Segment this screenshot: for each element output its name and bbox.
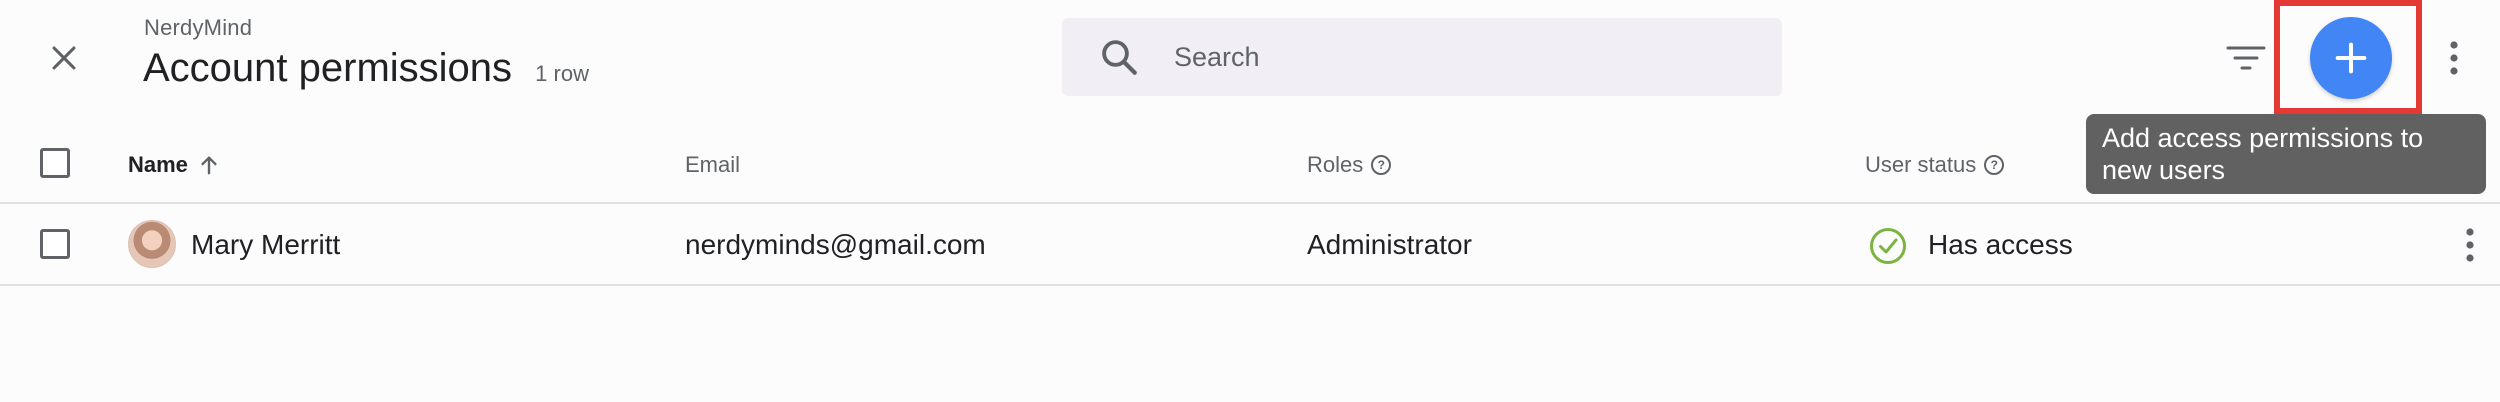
plus-icon xyxy=(2335,42,2367,74)
user-email: nerdyminds@gmail.com xyxy=(685,229,986,260)
filter-button[interactable] xyxy=(2218,30,2274,86)
column-header-user-status[interactable]: User status ? xyxy=(1865,148,2005,182)
column-header-user-status-label: User status xyxy=(1865,152,1977,177)
help-icon[interactable]: ? xyxy=(1371,155,1392,175)
add-user-button[interactable] xyxy=(2310,17,2392,99)
close-button[interactable] xyxy=(36,30,92,86)
avatar xyxy=(128,220,176,268)
user-role: Administrator xyxy=(1307,229,1472,260)
search-icon xyxy=(1102,40,1137,75)
help-icon[interactable]: ? xyxy=(1984,155,2005,175)
column-header-name[interactable]: Name xyxy=(128,148,220,182)
page-header: NerdyMind Account permissions 1 row xyxy=(0,0,2500,120)
check-circle-icon xyxy=(1870,228,1906,264)
column-header-email-label: Email xyxy=(685,152,741,177)
row-checkbox[interactable] xyxy=(40,229,70,259)
row-more-button[interactable] xyxy=(2458,224,2482,266)
organization-name: NerdyMind xyxy=(144,15,253,40)
more-vert-icon xyxy=(2450,41,2458,75)
page-title-text: Account permissions xyxy=(143,46,513,90)
column-header-roles-label: Roles xyxy=(1307,152,1364,177)
search-input[interactable] xyxy=(1174,30,1754,84)
column-header-email[interactable]: Email xyxy=(685,148,740,182)
add-user-tooltip: Add access permissions to new users xyxy=(2086,114,2486,194)
select-all-checkbox[interactable] xyxy=(40,148,70,178)
more-vert-icon xyxy=(2466,228,2474,262)
page-title: Account permissions 1 row xyxy=(143,46,589,91)
user-name: Mary Merritt xyxy=(191,229,341,260)
column-header-name-label: Name xyxy=(128,152,188,177)
close-icon xyxy=(52,46,76,70)
table-row[interactable]: Mary Merritt nerdyminds@gmail.com Admini… xyxy=(0,204,2500,286)
user-status: Has access xyxy=(1928,229,2073,260)
more-options-button[interactable] xyxy=(2434,30,2474,86)
filter-icon xyxy=(2226,46,2266,70)
column-header-roles[interactable]: Roles ? xyxy=(1307,148,1392,182)
arrow-up-icon xyxy=(201,156,217,175)
row-count: 1 row xyxy=(535,61,589,86)
